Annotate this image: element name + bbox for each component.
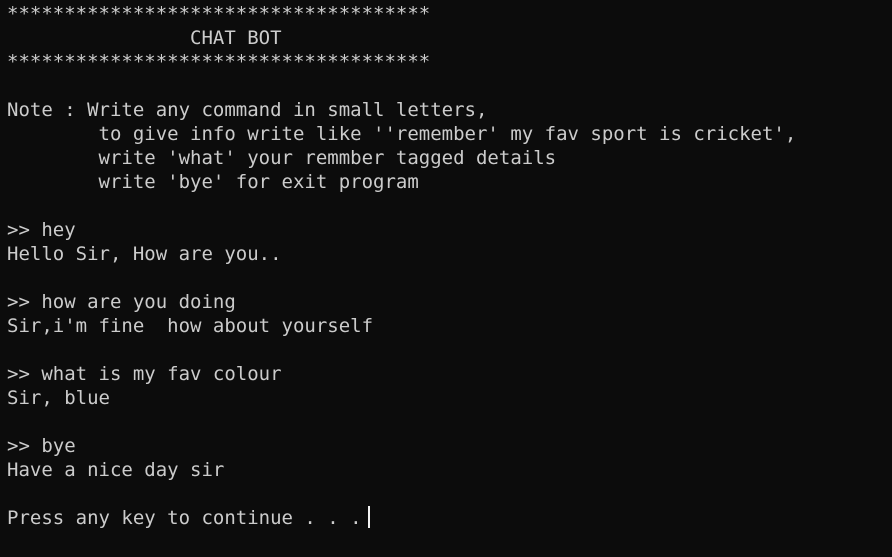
header-border-top: ************************************* bbox=[7, 3, 431, 25]
note-line-3: write 'what' your remmber tagged details bbox=[7, 147, 557, 169]
header-border-bottom: ************************************* bbox=[7, 51, 431, 73]
note-line-4: write 'bye' for exit program bbox=[7, 171, 419, 193]
text-cursor bbox=[367, 506, 370, 528]
bot-response-line: Sir,i'm fine how about yourself bbox=[7, 315, 374, 337]
bot-response-line: Have a nice day sir bbox=[7, 459, 225, 481]
user-prompt-line: >> what is my fav colour bbox=[7, 363, 282, 385]
user-prompt-line: >> hey bbox=[7, 219, 76, 241]
continue-prompt-line[interactable]: Press any key to continue . . . bbox=[7, 506, 892, 530]
bot-response-line: Sir, blue bbox=[7, 387, 110, 409]
user-prompt-line: >> how are you doing bbox=[7, 291, 236, 313]
bot-response-line: Hello Sir, How are you.. bbox=[7, 243, 282, 265]
note-line-2: to give info write like ''remember' my f… bbox=[7, 123, 797, 145]
console-window[interactable]: ************************************* CH… bbox=[0, 2, 892, 557]
continue-prompt-text: Press any key to continue . . . bbox=[7, 507, 362, 529]
app-title: CHAT BOT bbox=[7, 27, 282, 49]
note-line-1: Note : Write any command in small letter… bbox=[7, 99, 488, 121]
user-prompt-line: >> bye bbox=[7, 435, 76, 457]
